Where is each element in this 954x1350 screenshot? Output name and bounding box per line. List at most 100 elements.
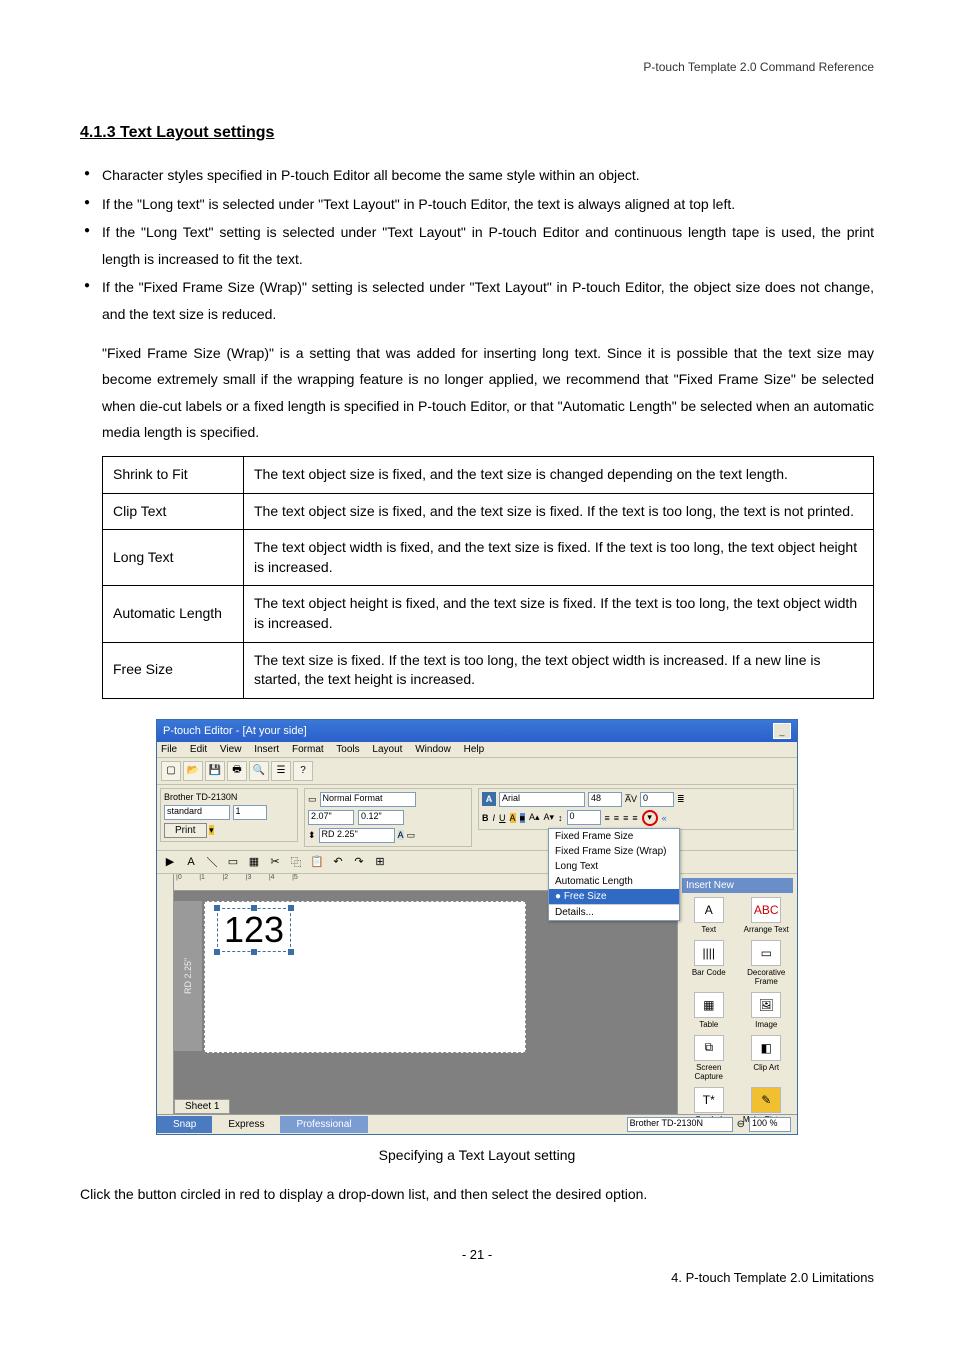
window-titlebar: P-touch Editor - [At your side] _ [157, 720, 797, 742]
sheet-tab[interactable]: Sheet 1 [174, 1099, 230, 1114]
menu-help[interactable]: Help [464, 744, 485, 755]
print-button[interactable]: Print [164, 823, 207, 838]
sb-image[interactable]: 🖼Image [740, 992, 794, 1029]
zoom-out-icon[interactable]: ⊖ [737, 1119, 745, 1130]
media-combo[interactable]: RD 2.25" [319, 828, 395, 843]
label-area[interactable]: 123 [204, 901, 526, 1053]
new-icon[interactable]: ▢ [161, 761, 181, 781]
font-size-combo[interactable]: 48 [588, 792, 622, 807]
window-title: P-touch Editor - [At your side] [163, 725, 307, 737]
minimize-icon[interactable]: _ [773, 723, 791, 739]
align-right-icon[interactable]: ≡ [623, 813, 628, 823]
text-layout-dropdown[interactable]: ▾ [642, 810, 658, 826]
app-screenshot: P-touch Editor - [At your side] _ File E… [156, 719, 798, 1135]
status-bar: Snap Express Professional Brother TD-213… [157, 1114, 797, 1134]
margin-input[interactable]: 0.12" [358, 810, 404, 825]
sb-arrange[interactable]: ABCArrange Text [740, 897, 794, 934]
list-icon[interactable]: ≣ [677, 794, 685, 805]
mode-professional[interactable]: Professional [280, 1116, 367, 1133]
mode-express[interactable]: Express [212, 1116, 280, 1133]
underline-button[interactable]: U [499, 813, 506, 823]
help-icon[interactable]: ? [293, 761, 313, 781]
grow-font-icon[interactable]: A▴ [529, 812, 540, 823]
image-tool-icon[interactable]: ▦ [245, 853, 263, 871]
text-object[interactable]: 123 [217, 908, 291, 952]
sb-clipart[interactable]: ◧Clip Art [740, 1035, 794, 1081]
line-space-input[interactable]: 0 [567, 810, 601, 825]
save-icon[interactable]: 💾 [205, 761, 225, 781]
align-just-icon[interactable]: ≡ [632, 813, 637, 823]
menu-edit[interactable]: Edit [190, 744, 207, 755]
print-panel: Brother TD-2130N standard 1 Print ▾ [160, 788, 298, 842]
menu-insert[interactable]: Insert [254, 744, 279, 755]
table-key: Clip Text [103, 493, 244, 530]
menu-tools[interactable]: Tools [336, 744, 359, 755]
cut-icon[interactable]: ✂ [266, 853, 284, 871]
highlight-icon[interactable]: ■ [520, 813, 525, 823]
menu-view[interactable]: View [220, 744, 242, 755]
table-val: The text object width is fixed, and the … [244, 530, 874, 586]
sb-barcode[interactable]: ||||Bar Code [682, 940, 736, 986]
table-row: Long Text The text object width is fixed… [103, 530, 874, 586]
char-space-input[interactable]: 0 [640, 792, 674, 807]
font-color-icon[interactable]: A [510, 813, 516, 823]
redo-icon[interactable]: ↷ [350, 853, 368, 871]
preview-icon[interactable]: 🔍 [249, 761, 269, 781]
font-name-combo[interactable]: Arial [499, 792, 585, 807]
print-icon[interactable]: 🖶 [227, 761, 247, 781]
sb-frame[interactable]: ▭Decorative Frame [740, 940, 794, 986]
table-key: Free Size [103, 642, 244, 698]
copies-spinner[interactable]: 1 [233, 805, 267, 820]
align-left-icon[interactable]: ≡ [605, 813, 610, 823]
text-layout-menu[interactable]: Fixed Frame Size Fixed Frame Size (Wrap)… [548, 828, 680, 921]
orient-icon[interactable]: ⬍ [308, 830, 316, 841]
menu-item-long-text[interactable]: Long Text [549, 859, 679, 874]
length-input[interactable]: 2.07" [308, 810, 354, 825]
font-panel: A Arial 48 A̅V 0 ≣ B I U A ■ A▴ A▾ [478, 788, 794, 830]
sb-text[interactable]: AText [682, 897, 736, 934]
format-icon: ▭ [308, 794, 317, 805]
copy-icon[interactable]: ⿻ [287, 853, 305, 871]
format-combo[interactable]: Normal Format [320, 792, 416, 807]
undo-icon[interactable]: ↶ [329, 853, 347, 871]
menu-item-fixed-frame[interactable]: Fixed Frame Size [549, 829, 679, 844]
collapse-icon[interactable]: « [662, 813, 667, 823]
prop-icon[interactable]: ☰ [271, 761, 291, 781]
table-row: Automatic Length The text object height … [103, 586, 874, 642]
menu-item-details[interactable]: Details... [549, 904, 679, 920]
pointer-icon[interactable]: ▶ [161, 853, 179, 871]
menu-file[interactable]: File [161, 744, 177, 755]
paper-combo[interactable]: standard [164, 805, 230, 820]
menu-layout[interactable]: Layout [372, 744, 402, 755]
bullet-item: If the "Long Text" setting is selected u… [80, 219, 874, 272]
align-center-icon[interactable]: ≡ [614, 813, 619, 823]
print-opts-icon[interactable]: ▾ [209, 825, 214, 835]
paste-icon[interactable]: 📋 [308, 853, 326, 871]
canvas[interactable]: RD 2.25" 123 S [174, 891, 677, 1114]
line-tool-icon[interactable]: ＼ [203, 853, 221, 871]
bg-icon[interactable]: A [398, 830, 404, 840]
rect-tool-icon[interactable]: ▭ [224, 853, 242, 871]
menu-window[interactable]: Window [415, 744, 451, 755]
italic-button[interactable]: I [493, 813, 496, 823]
bg2-icon[interactable]: ▭ [407, 830, 416, 841]
sub-paragraph: "Fixed Frame Size (Wrap)" is a setting t… [102, 340, 874, 446]
text-tool-icon[interactable]: A [182, 853, 200, 871]
window-controls[interactable]: _ [771, 723, 791, 739]
bullet-item: If the "Long text" is selected under "Te… [80, 191, 874, 218]
sb-table[interactable]: ▦Table [682, 992, 736, 1029]
menu-item-free-size[interactable]: ● Free Size [549, 889, 679, 904]
shrink-font-icon[interactable]: A▾ [544, 812, 555, 823]
status-printer[interactable]: Brother TD-2130N [627, 1117, 733, 1132]
menu-item-auto-length[interactable]: Automatic Length [549, 874, 679, 889]
open-icon[interactable]: 📂 [183, 761, 203, 781]
menu-item-fixed-wrap[interactable]: Fixed Frame Size (Wrap) [549, 844, 679, 859]
grid-icon[interactable]: ⊞ [371, 853, 389, 871]
sb-capture[interactable]: ⧉Screen Capture [682, 1035, 736, 1081]
menu-format[interactable]: Format [292, 744, 324, 755]
bold-button[interactable]: B [482, 813, 489, 823]
mode-snap[interactable]: Snap [157, 1116, 212, 1133]
table-val: The text object size is fixed, and the t… [244, 493, 874, 530]
menu-bar[interactable]: File Edit View Insert Format Tools Layou… [157, 742, 797, 758]
zoom-value[interactable]: 100 % [749, 1117, 791, 1132]
